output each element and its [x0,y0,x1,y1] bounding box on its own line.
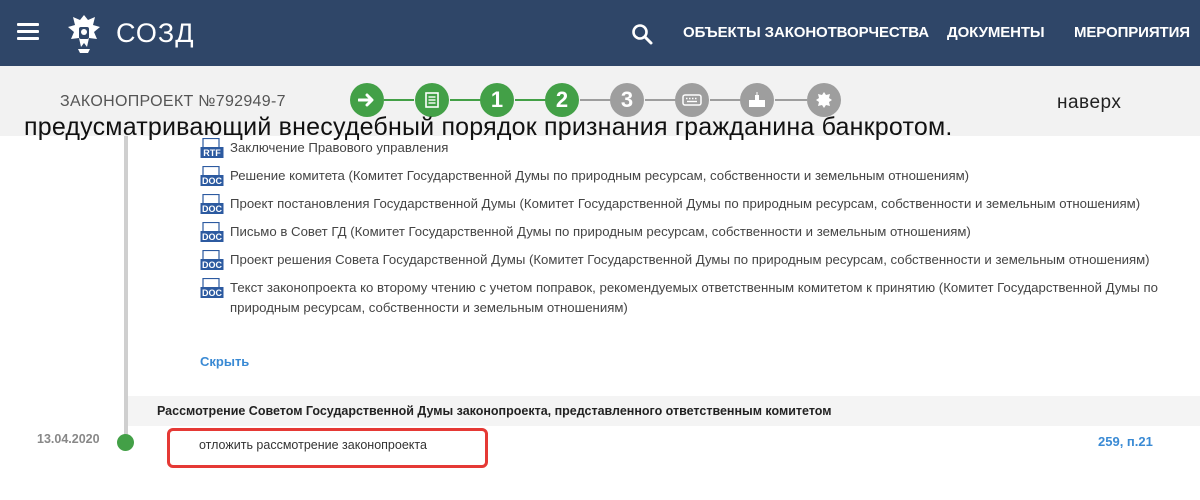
svg-text:DOC: DOC [202,232,223,242]
document-link[interactable]: Заключение Правового управления [230,138,448,158]
document-link[interactable]: Решение комитета (Комитет Государственно… [230,166,969,186]
list-item: DOC Проект постановления Государственной… [200,194,1160,216]
stage-title: Рассмотрение Советом Государственной Дум… [157,404,832,418]
progress-connector [450,99,481,101]
svg-text:DOC: DOC [202,260,223,270]
nav-documents[interactable]: ДОКУМЕНТЫ [947,24,1045,41]
progress-connector [710,99,741,101]
scroll-to-top-link[interactable]: наверх [1057,92,1121,114]
doc-file-icon[interactable]: DOC [200,278,226,300]
stage-step-preliminary[interactable] [415,83,449,117]
site-brand[interactable]: СОЗД [116,18,195,49]
progress-connector [645,99,676,101]
stage-step-president[interactable] [740,83,774,117]
doc-file-icon[interactable]: DOC [200,250,226,272]
arrow-right-icon [358,93,374,107]
hide-documents-link[interactable]: Скрыть [200,354,249,369]
search-icon[interactable] [630,22,654,46]
stage-step-publication[interactable] [807,83,841,117]
rtf-file-icon[interactable]: RTF [200,138,226,160]
svg-text:DOC: DOC [202,176,223,186]
list-item: RTF Заключение Правового управления [200,138,1160,160]
list-item: DOC Письмо в Совет ГД (Комитет Государст… [200,222,1160,244]
doc-file-icon[interactable]: DOC [200,222,226,244]
hamburger-icon[interactable] [17,23,39,41]
keyboard-icon [682,94,702,106]
stage-step-federation-council[interactable] [675,83,709,117]
progress-connector [775,99,807,101]
stage-step-first-reading[interactable]: 1 [480,83,514,117]
stage-step-second-reading[interactable]: 2 [545,83,579,117]
doc-file-icon[interactable]: DOC [200,194,226,216]
timeline-event-dot [117,434,134,451]
stage-step-third-reading[interactable]: 3 [610,83,644,117]
list-item: DOC Текст законопроекта ко второму чтени… [200,278,1160,318]
nav-legislation-objects[interactable]: ОБЪЕКТЫ ЗАКОНОТВОРЧЕСТВА [683,24,929,41]
document-link[interactable]: Текст законопроекта ко второму чтению с … [230,278,1160,318]
nav-events[interactable]: МЕРОПРИЯТИЯ [1074,24,1190,41]
top-navigation-bar: СОЗД ОБЪЕКТЫ ЗАКОНОТВОРЧЕСТВА ДОКУМЕНТЫ … [0,0,1200,66]
event-date: 13.04.2020 [37,432,100,446]
document-icon [425,92,439,108]
svg-text:DOC: DOC [202,288,223,298]
svg-text:RTF: RTF [203,148,221,158]
document-link[interactable]: Проект решения Совета Государственной Ду… [230,250,1150,270]
document-link[interactable]: Проект постановления Государственной Дум… [230,194,1140,214]
emblem-icon[interactable] [62,11,106,55]
doc-file-icon[interactable]: DOC [200,166,226,188]
decision-text: отложить рассмотрение законопроекта [199,438,427,452]
stage-step-introduction[interactable] [350,83,384,117]
meeting-reference-link[interactable]: 259, п.21 [1098,434,1153,449]
list-item: DOC Проект решения Совета Государственно… [200,250,1160,272]
bill-number: ЗАКОНОПРОЕКТ №792949-7 [60,93,286,110]
document-link[interactable]: Письмо в Совет ГД (Комитет Государственн… [230,222,971,242]
progress-connector [580,99,611,101]
building-icon [749,92,765,107]
svg-text:DOC: DOC [202,204,223,214]
progress-connector [384,99,414,101]
progress-connector [515,99,546,101]
list-item: DOC Решение комитета (Комитет Государств… [200,166,1160,188]
document-list: RTF Заключение Правового управления DOC … [200,138,1160,324]
emblem-icon [816,92,832,108]
